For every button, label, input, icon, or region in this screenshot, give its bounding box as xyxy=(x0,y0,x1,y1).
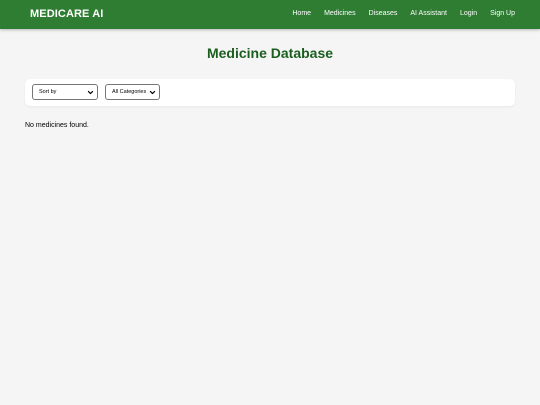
filter-bar: Sort by All Categories xyxy=(25,79,515,106)
sort-select-value: Sort by xyxy=(39,89,57,95)
chevron-down-icon xyxy=(87,90,94,95)
nav-home-link[interactable]: Home xyxy=(292,10,311,17)
chevron-down-icon xyxy=(149,90,156,95)
main-nav: Home Medicines Diseases AI Assistant Log… xyxy=(292,10,515,17)
nav-login-link[interactable]: Login xyxy=(460,10,477,17)
nav-signup-link[interactable]: Sign Up xyxy=(490,10,515,17)
nav-medicines-link[interactable]: Medicines xyxy=(324,10,356,17)
nav-ai-assistant-link[interactable]: AI Assistant xyxy=(410,10,447,17)
category-select[interactable]: All Categories xyxy=(105,84,160,100)
empty-results-message: No medicines found. xyxy=(25,122,89,129)
sort-select[interactable]: Sort by xyxy=(32,84,98,100)
nav-diseases-link[interactable]: Diseases xyxy=(369,10,398,17)
top-navbar: MEDICARE AI Home Medicines Diseases AI A… xyxy=(0,0,540,29)
page-title: Medicine Database xyxy=(206,45,334,61)
brand-logo[interactable]: MEDICARE AI xyxy=(30,8,103,20)
category-select-value: All Categories xyxy=(112,89,147,95)
